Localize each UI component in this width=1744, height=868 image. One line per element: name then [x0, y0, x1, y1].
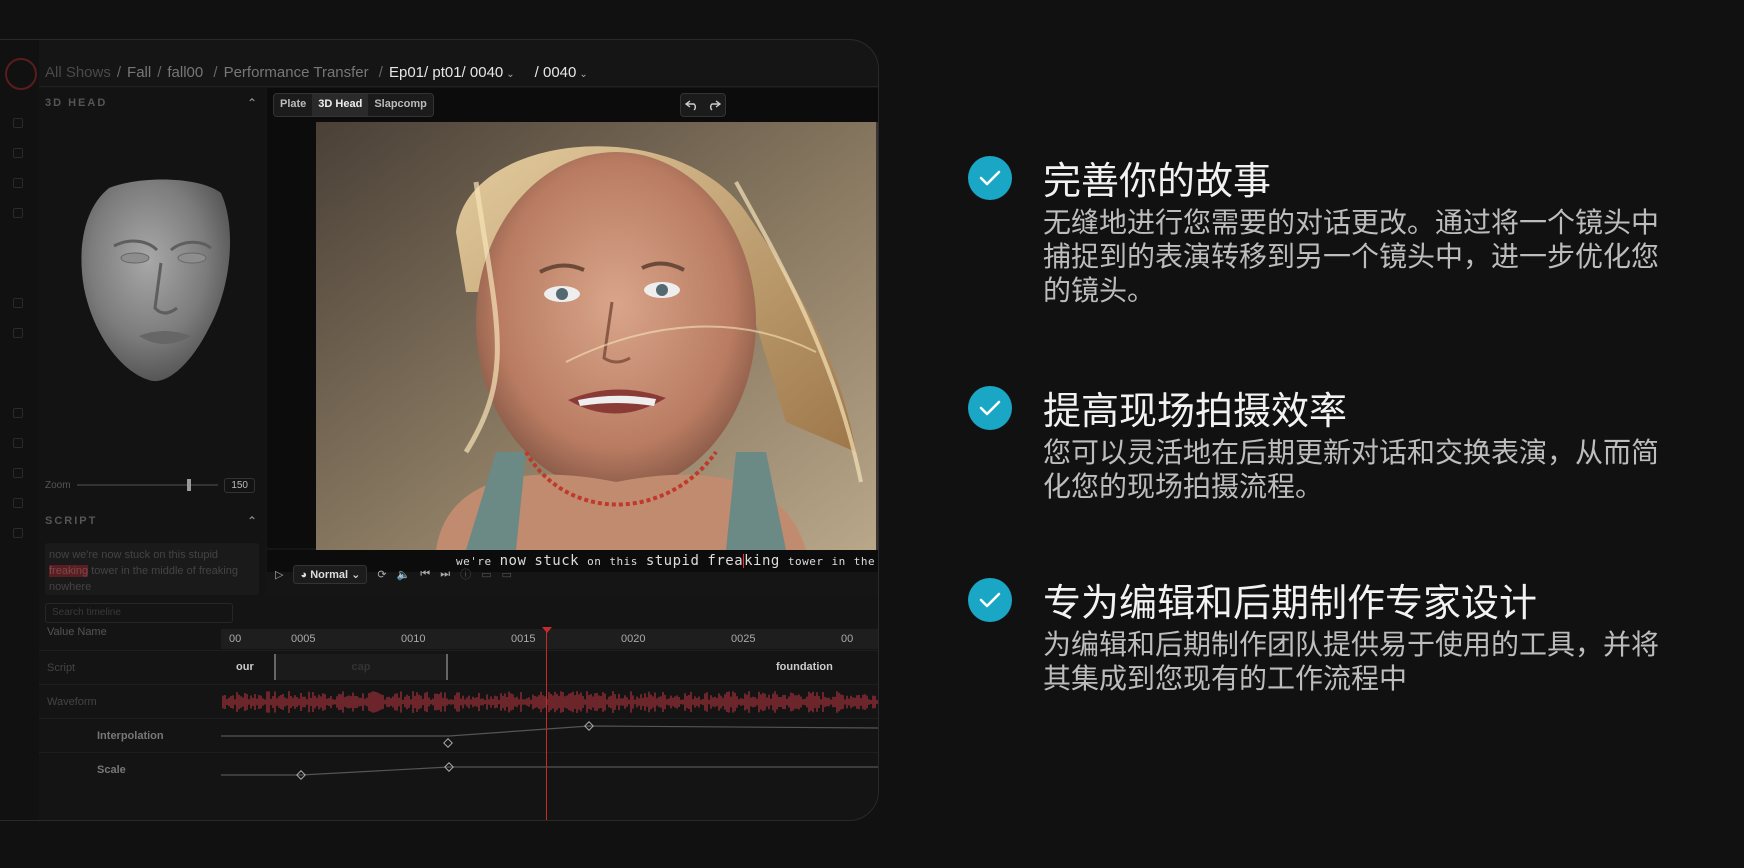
playback-speed-select[interactable]: ◕ Normal ⌄ — [293, 564, 368, 584]
divider — [39, 86, 878, 87]
ruler-tick: 00 — [841, 633, 854, 645]
chevron-down-icon: ⌄ — [351, 568, 361, 581]
timeline-row-waveform: Waveform — [39, 684, 878, 719]
script-word-clip[interactable]: foundation — [776, 661, 833, 673]
speedometer-icon: ◕ — [300, 568, 308, 581]
script-text-box[interactable]: now we're now stuck on this stupid freak… — [45, 543, 259, 601]
video-viewer: Plate 3D Head Slapcomp we're now stuck o… — [267, 88, 878, 572]
breadcrumb: All Shows / Fall / fall00 / Performance … — [45, 63, 588, 81]
script-highlight-word[interactable]: freaking — [49, 565, 89, 577]
zoom-value-input[interactable]: 150 — [224, 477, 255, 493]
zoom-control: Zoom 150 — [45, 475, 255, 495]
video-frame[interactable] — [316, 122, 878, 550]
3d-head-model[interactable] — [69, 168, 239, 388]
audio-waveform[interactable] — [221, 689, 879, 715]
check-icon — [968, 156, 1012, 200]
feature-description: 为编辑和后期制作团队提供易于使用的工具，并将其集成到您现有的工作流程中 — [1043, 628, 1660, 695]
left-rail — [0, 40, 39, 820]
zoom-slider[interactable] — [76, 479, 219, 491]
feature-title: 专为编辑和后期制作专家设计 — [1043, 581, 1538, 625]
row-label: Waveform — [47, 696, 97, 708]
ruler-tick: 0020 — [621, 633, 646, 645]
skip-forward-icon[interactable]: ⏭ — [440, 568, 450, 581]
rail-icon[interactable] — [13, 468, 23, 478]
rail-icon[interactable] — [13, 438, 23, 448]
rail-icon[interactable] — [13, 498, 23, 508]
shot-selector[interactable]: / 0040 ⌄ — [535, 64, 588, 81]
undo-icon[interactable] — [685, 99, 699, 111]
ruler-tick: 00 — [229, 633, 242, 645]
interpolation-curve[interactable] — [221, 719, 879, 753]
chevron-down-icon: ⌄ — [579, 68, 588, 80]
loop-icon[interactable]: ⟳ — [377, 568, 386, 581]
view-mode-toggle: Plate 3D Head Slapcomp — [273, 93, 434, 117]
rail-icon[interactable] — [13, 118, 23, 128]
script-panel-header[interactable]: SCRIPT ⌃ — [45, 506, 259, 536]
feature-description: 您可以灵活地在后期更新对话和交换表演，从而简化您的现场拍摄流程。 — [1043, 436, 1660, 503]
check-icon — [968, 578, 1012, 622]
tab-3d-head[interactable]: 3D Head — [312, 94, 369, 116]
transport-controls: ▷ ◕ Normal ⌄ ⟳ 🔈 ⏮ ⏭ ⓘ ▭ ▭ — [267, 562, 878, 586]
info-icon[interactable]: ⓘ — [460, 566, 471, 582]
playback-speed-label: Normal — [310, 568, 349, 581]
head-panel-title: 3D HEAD — [45, 97, 108, 109]
undo-redo-group — [680, 93, 726, 117]
ruler-tick: 0010 — [401, 633, 426, 645]
check-icon — [968, 386, 1012, 430]
breadcrumb-item-fall00[interactable]: fall00 — [167, 64, 203, 81]
video-frame-image — [316, 122, 876, 550]
timeline-row-script: Script our cap foundation — [39, 650, 878, 685]
script-text: now we're now stuck on this stupid — [49, 549, 219, 561]
feature-title: 完善你的故事 — [1043, 159, 1272, 203]
timeline-panel: Search timeline Value Name 00 0005 0010 … — [39, 595, 878, 820]
episode-selector[interactable]: Ep01/ pt01/ 0040 ⌄ — [389, 64, 515, 81]
rail-icon[interactable] — [13, 528, 23, 538]
breadcrumb-item-performance-transfer[interactable]: Performance Transfer — [224, 64, 369, 81]
collapse-icon[interactable]: ⌃ — [247, 96, 259, 110]
timeline-row-interpolation: Interpolation — [39, 718, 878, 753]
value-name-header: Value Name — [47, 626, 107, 638]
mark-out-icon[interactable]: ▭ — [502, 568, 512, 581]
collapse-icon[interactable]: ⌃ — [247, 514, 259, 528]
play-icon[interactable]: ▷ — [275, 568, 283, 581]
shot-selector-label: / 0040 — [534, 63, 577, 81]
tab-plate[interactable]: Plate — [274, 94, 312, 116]
script-text: tower in the middle of — [91, 565, 196, 577]
volume-icon[interactable]: 🔈 — [397, 568, 411, 581]
chevron-down-icon: ⌄ — [506, 68, 515, 80]
feature-title: 提高现场拍摄效率 — [1043, 389, 1348, 433]
episode-selector-label: Ep01/ pt01/ 0040 — [388, 63, 504, 81]
app-window: All Shows / Fall / fall00 / Performance … — [0, 39, 879, 821]
script-panel-title: SCRIPT — [45, 515, 98, 527]
ruler-tick: 0005 — [291, 633, 316, 645]
zoom-label: Zoom — [45, 479, 71, 491]
rail-icon[interactable] — [13, 408, 23, 418]
rail-icon[interactable] — [13, 328, 23, 338]
breadcrumb-item-fall[interactable]: Fall — [127, 64, 151, 81]
ruler-tick: 0015 — [511, 633, 536, 645]
rail-icon[interactable] — [13, 208, 23, 218]
keyframe[interactable] — [443, 738, 453, 748]
head-panel-header[interactable]: 3D HEAD ⌃ — [45, 88, 259, 118]
mark-in-icon[interactable]: ▭ — [481, 568, 491, 581]
scale-curve[interactable] — [221, 753, 879, 787]
left-panel: 3D HEAD ⌃ Zoom 150 SCRIPT ⌃ now we're no… — [39, 88, 265, 633]
skip-back-icon[interactable]: ⏮ — [420, 568, 430, 581]
tab-slapcomp[interactable]: Slapcomp — [368, 94, 433, 116]
rail-icon[interactable] — [13, 298, 23, 308]
redo-icon[interactable] — [707, 99, 721, 111]
script-word-clip[interactable]: our — [236, 661, 254, 673]
app-logo[interactable] — [5, 58, 37, 90]
script-word-clip[interactable]: cap — [274, 654, 448, 680]
timeline-row-scale: Scale — [39, 752, 878, 787]
row-label: Script — [47, 662, 76, 674]
feature-description: 无缝地进行您需要的对话更改。通过将一个镜头中捕捉到的表演转移到另一个镜头中，进一… — [1043, 206, 1660, 307]
playhead-handle[interactable] — [542, 627, 552, 633]
zoom-slider-thumb[interactable] — [187, 479, 192, 491]
playhead[interactable] — [546, 629, 547, 820]
rail-icon[interactable] — [13, 178, 23, 188]
rail-icon[interactable] — [13, 148, 23, 158]
ruler-tick: 0025 — [731, 633, 756, 645]
breadcrumb-item-all-shows[interactable]: All Shows — [45, 64, 111, 81]
